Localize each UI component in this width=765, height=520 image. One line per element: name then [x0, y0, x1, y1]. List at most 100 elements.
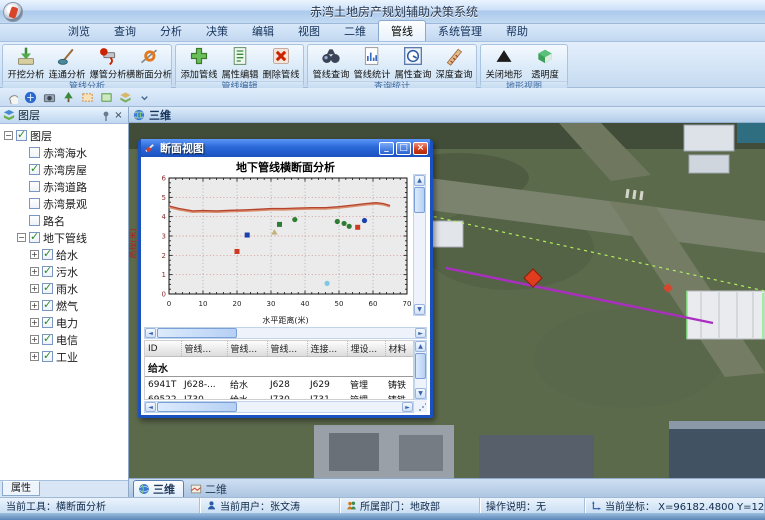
tree-item-13[interactable]: +工业 — [4, 348, 128, 365]
tree-expander-icon[interactable]: + — [30, 352, 39, 361]
map-3d-view[interactable]: 断面视图 _ □ × 地下管线横断面分析 高程(米) 0102030405060… — [129, 123, 765, 478]
menu-tab-7[interactable]: 管线 — [378, 20, 426, 41]
menu-tab-8[interactable]: 系统管理 — [426, 21, 494, 41]
tree-expander-icon[interactable]: − — [4, 131, 13, 140]
tree-expander-icon[interactable]: + — [30, 284, 39, 293]
layer-checkbox[interactable] — [42, 351, 53, 362]
scroll-up-icon[interactable]: ▲ — [415, 341, 426, 352]
tree-expander-icon[interactable]: + — [30, 301, 39, 310]
scroll-left-icon[interactable]: ◄ — [145, 328, 156, 338]
layer-checkbox[interactable] — [42, 283, 53, 294]
tree-expander-icon[interactable]: − — [17, 233, 26, 242]
scrollbar-thumb[interactable] — [157, 402, 237, 412]
menu-tab-4[interactable]: 编辑 — [240, 21, 286, 41]
layer-checkbox[interactable] — [29, 181, 40, 192]
menu-tab-5[interactable]: 视图 — [286, 21, 332, 41]
delete-pipeline-button[interactable]: 删除管线 — [260, 45, 301, 81]
layer-checkbox[interactable] — [29, 215, 40, 226]
close-button[interactable]: × — [413, 142, 428, 155]
scroll-right-icon[interactable]: ► — [402, 402, 413, 412]
tree-expander-icon[interactable]: + — [30, 267, 39, 276]
tree-item-3[interactable]: 赤湾道路 — [4, 178, 128, 195]
layer-checkbox[interactable] — [42, 300, 53, 311]
layer-checkbox[interactable] — [29, 232, 40, 243]
dialog-title-bar[interactable]: 断面视图 _ □ × — [141, 139, 430, 157]
layer-checkbox[interactable] — [16, 130, 27, 141]
resize-grip[interactable] — [414, 400, 427, 412]
table-row[interactable]: 6941TJ628-...给水J628J629管埋铸铁 — [145, 377, 414, 393]
chart-vertical-scrollbar[interactable]: ▲ ▼ — [413, 174, 426, 316]
tree-item-4[interactable]: 赤湾景观 — [4, 195, 128, 212]
tab-properties[interactable]: 属性 — [2, 481, 40, 496]
table-header-cell[interactable]: 管线... — [181, 341, 227, 357]
depth-query-button[interactable]: 深度查询 — [433, 45, 474, 81]
layer-checkbox[interactable] — [42, 266, 53, 277]
menu-tab-3[interactable]: 决策 — [194, 21, 240, 41]
close-terrain-button[interactable]: 关闭地形 — [483, 45, 524, 81]
scene-button[interactable] — [59, 89, 77, 105]
transparency-button[interactable]: 透明度 — [524, 45, 565, 81]
scroll-down-icon[interactable]: ▼ — [415, 388, 426, 399]
table-header-cell[interactable]: ID — [145, 341, 181, 357]
table-vertical-scrollbar[interactable]: ▲ ▼ — [414, 340, 427, 400]
snapshot-button[interactable] — [40, 89, 58, 105]
burst-pipe-analysis-button[interactable]: 爆管分析 — [87, 45, 128, 81]
tree-expander-icon[interactable]: + — [30, 318, 39, 327]
layer-checkbox[interactable] — [42, 334, 53, 345]
tree-item-6[interactable]: −地下管线 — [4, 229, 128, 246]
tree-item-10[interactable]: +燃气 — [4, 297, 128, 314]
menu-tab-6[interactable]: 二维 — [332, 21, 378, 41]
tree-item-1[interactable]: 赤湾海水 — [4, 144, 128, 161]
table-header-cell[interactable]: 材料 — [385, 341, 414, 357]
scroll-up-icon[interactable]: ▲ — [414, 175, 425, 186]
pipeline-query-button[interactable]: 管线查询 — [310, 45, 351, 81]
pan-button[interactable] — [2, 89, 20, 105]
table-header-cell[interactable]: 连接... — [307, 341, 347, 357]
chart-horizontal-scrollbar[interactable]: ◄ ► — [144, 327, 427, 339]
scroll-left-icon[interactable]: ◄ — [145, 402, 156, 412]
tree-item-7[interactable]: +给水 — [4, 246, 128, 263]
connectivity-analysis-button[interactable]: 连通分析 — [46, 45, 87, 81]
layer-checkbox[interactable] — [29, 198, 40, 209]
tree-item-8[interactable]: +污水 — [4, 263, 128, 280]
attribute-edit-button[interactable]: 属性编辑 — [219, 45, 260, 81]
tree-item-5[interactable]: 路名 — [4, 212, 128, 229]
pin-icon[interactable] — [99, 109, 112, 122]
menu-tab-9[interactable]: 帮助 — [494, 21, 540, 41]
scrollbar-thumb[interactable] — [414, 187, 425, 213]
table-header-cell[interactable]: 管线... — [227, 341, 267, 357]
menu-tab-0[interactable]: 浏览 — [56, 21, 102, 41]
tree-item-0[interactable]: −图层 — [4, 127, 128, 144]
attribute-query-button[interactable]: 属性查询 — [392, 45, 433, 81]
excavation-analysis-button[interactable]: 开挖分析 — [5, 45, 46, 81]
maximize-button[interactable]: □ — [396, 142, 411, 155]
table-header-cell[interactable]: 埋设... — [347, 341, 385, 357]
extent-button[interactable] — [97, 89, 115, 105]
view-tab-2d[interactable]: 二维 — [186, 480, 235, 497]
info-globe-button[interactable] — [21, 89, 39, 105]
basemap-button[interactable] — [116, 89, 134, 105]
pipeline-stats-button[interactable]: 管线统计 — [351, 45, 392, 81]
layer-checkbox[interactable] — [29, 147, 40, 158]
layer-checkbox[interactable] — [29, 164, 40, 175]
scroll-right-icon[interactable]: ► — [415, 328, 426, 338]
cross-section-analysis-button[interactable]: 横断面分析 — [128, 45, 169, 81]
tree-item-2[interactable]: 赤湾房屋 — [4, 161, 128, 178]
table-group-row[interactable]: 给水 — [145, 357, 414, 377]
scrollbar-thumb[interactable] — [157, 328, 237, 338]
select-area-button[interactable] — [78, 89, 96, 105]
view-tab-3d[interactable]: 三维 — [133, 480, 184, 497]
add-pipeline-button[interactable]: 添加管线 — [178, 45, 219, 81]
layer-checkbox[interactable] — [42, 249, 53, 260]
tree-expander-icon[interactable]: + — [30, 335, 39, 344]
tree-item-11[interactable]: +电力 — [4, 314, 128, 331]
more-dropdown-button[interactable] — [135, 89, 153, 105]
scrollbar-thumb[interactable] — [415, 353, 426, 379]
table-row[interactable]: 69522J730-...给水J730J731管埋铸铁 — [145, 392, 414, 400]
layer-checkbox[interactable] — [42, 317, 53, 328]
menu-tab-1[interactable]: 查询 — [102, 21, 148, 41]
scroll-down-icon[interactable]: ▼ — [414, 304, 425, 315]
tree-item-9[interactable]: +雨水 — [4, 280, 128, 297]
menu-tab-2[interactable]: 分析 — [148, 21, 194, 41]
table-horizontal-scrollbar[interactable]: ◄ ► — [144, 401, 414, 413]
